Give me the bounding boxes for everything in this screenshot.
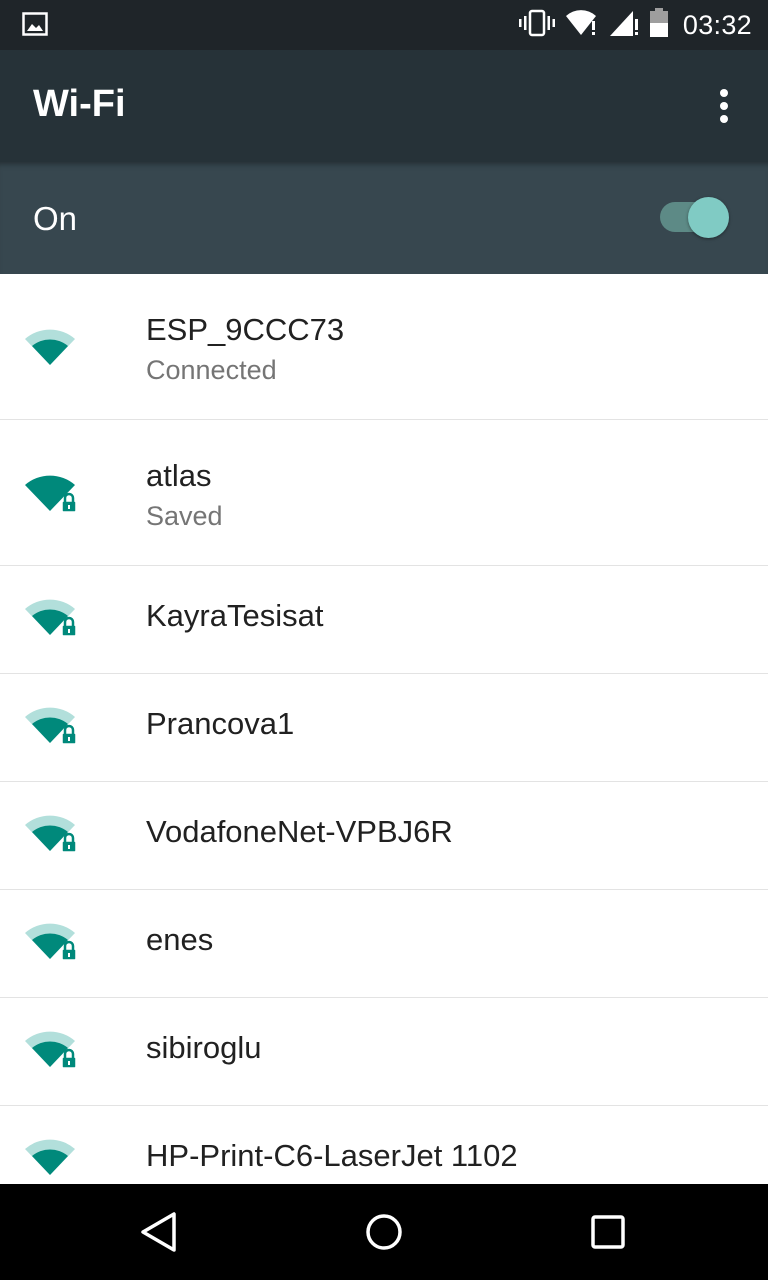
network-row-hp-print[interactable]: HP-Print-C6-LaserJet 1102 [0,1106,768,1184]
battery-icon [649,7,669,43]
wifi-signal-medium-lock-icon [22,808,82,858]
network-status: Saved [146,501,223,531]
wifi-signal-medium-icon [22,322,82,372]
back-icon[interactable] [134,1206,186,1258]
wifi-signal-medium-lock-icon [22,592,82,642]
network-row-sibiroglu[interactable]: sibiroglu [0,998,768,1106]
wifi-switch-bar[interactable]: On [0,162,768,274]
wifi-signal-medium-lock-icon [22,700,82,750]
cell-signal-icon [609,9,639,42]
app-bar: Wi-Fi [0,50,768,162]
network-row-kayratesisat[interactable]: KayraTesisat [0,566,768,674]
wifi-signal-medium-icon [22,1132,82,1182]
network-row-vodafonenet[interactable]: VodafoneNet-VPBJ6R [0,782,768,890]
network-list: ESP_9CCC73 Connected atlas Saved KayraTe… [0,274,768,1184]
network-ssid: KayraTesisat [146,598,324,633]
page-title: Wi-Fi [33,83,126,125]
wifi-signal-full-lock-icon [22,468,82,518]
network-ssid: VodafoneNet-VPBJ6R [146,814,453,849]
more-vert-icon[interactable] [706,86,742,126]
network-status: Connected [146,355,277,385]
wifi-switch-label: On [33,200,78,237]
wifi-no-internet-icon [565,9,599,42]
wifi-signal-medium-lock-icon [22,916,82,966]
network-row-enes[interactable]: enes [0,890,768,998]
network-ssid: atlas [146,458,212,493]
network-ssid: ESP_9CCC73 [146,312,345,347]
wifi-toggle-thumb[interactable] [688,197,729,238]
network-row-prancova1[interactable]: Prancova1 [0,674,768,782]
wifi-signal-medium-lock-icon [22,1024,82,1074]
image-notification-icon [22,12,48,41]
vibrate-icon [518,9,555,42]
network-row-atlas[interactable]: atlas Saved [0,420,768,566]
navigation-bar [0,1184,768,1280]
network-row-esp-9ccc73[interactable]: ESP_9CCC73 Connected [0,274,768,420]
home-icon[interactable] [358,1206,410,1258]
network-ssid: enes [146,922,214,957]
network-ssid: HP-Print-C6-LaserJet 1102 [146,1138,518,1173]
status-bar: 03:32 [0,0,768,50]
recents-icon[interactable] [582,1206,634,1258]
network-ssid: sibiroglu [146,1030,262,1065]
network-ssid: Prancova1 [146,706,295,741]
status-clock: 03:32 [682,9,752,40]
